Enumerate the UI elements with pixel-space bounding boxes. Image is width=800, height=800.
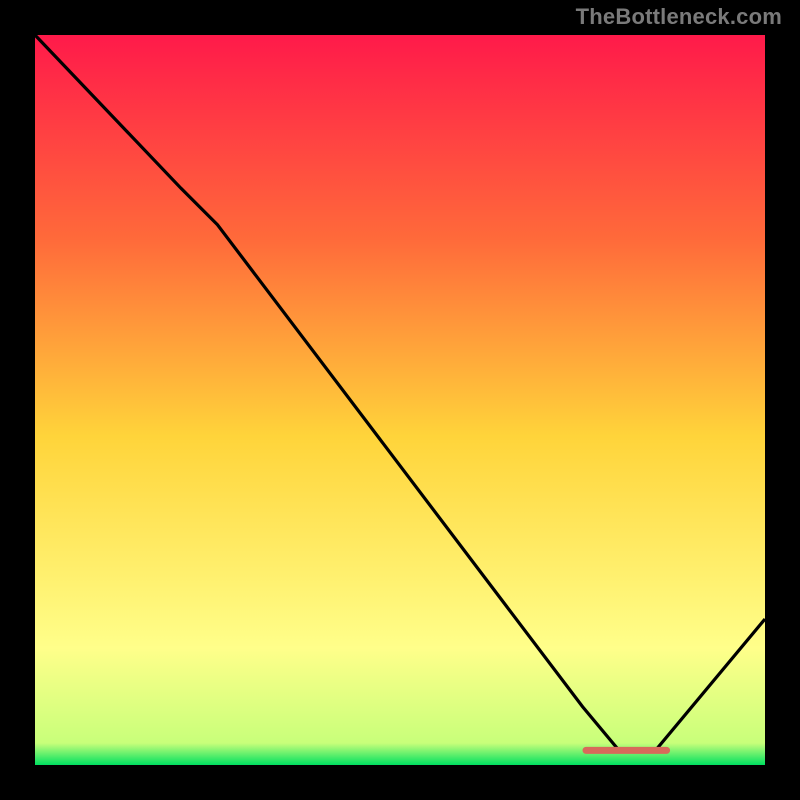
- optimal-range-marker: [583, 747, 671, 754]
- attribution-text: TheBottleneck.com: [576, 4, 782, 30]
- chart-container: TheBottleneck.com: [0, 0, 800, 800]
- gradient-background: [35, 35, 765, 765]
- chart-svg: [35, 35, 765, 765]
- plot-area: [35, 35, 765, 765]
